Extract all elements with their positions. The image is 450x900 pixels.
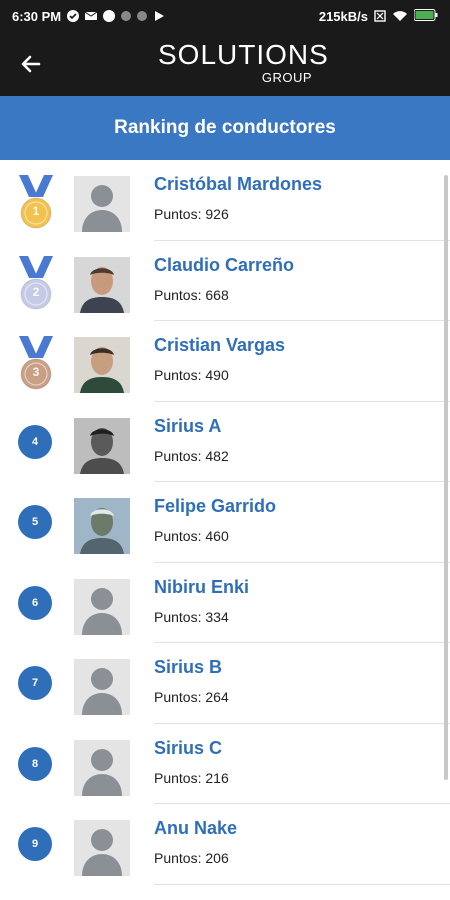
notification-dot-icon bbox=[121, 11, 132, 21]
network-speed: 215kB/s bbox=[318, 8, 368, 24]
mail-icon bbox=[84, 10, 98, 22]
rank-badge: 9 bbox=[18, 827, 52, 861]
rank-badge: 4 bbox=[18, 424, 52, 459]
rank-badge: 8 bbox=[18, 746, 52, 781]
battery-icon bbox=[413, 8, 438, 24]
driver-name: Anu Nake bbox=[154, 818, 238, 838]
scrollbar[interactable] bbox=[444, 175, 448, 780]
wifi-icon bbox=[392, 10, 408, 22]
ranking-row[interactable]: 7 Sirius B Puntos: 264 bbox=[0, 643, 450, 724]
avatar-placeholder-icon bbox=[74, 659, 130, 715]
rank-badge: 7 bbox=[18, 666, 52, 700]
driver-points: Puntos: 216 bbox=[154, 769, 229, 786]
rank-badge: 6 bbox=[18, 585, 52, 620]
driver-points: Puntos: 490 bbox=[154, 367, 229, 383]
avatar-photo bbox=[74, 337, 130, 393]
driver-points: Puntos: 264 bbox=[154, 689, 229, 705]
gold-medal-icon: 1 bbox=[17, 175, 55, 233]
driver-name: Claudio Carreño bbox=[154, 254, 295, 275]
medal-rank-number: 1 bbox=[32, 204, 40, 218]
ranking-list[interactable]: 1 Cristóbal Mardones Puntos: 926 2 Claudio C… bbox=[0, 160, 450, 900]
solutions-group-logo: SOLUTIONS GROUP bbox=[158, 39, 329, 90]
avatar-placeholder-icon bbox=[74, 176, 130, 232]
avatar-photo bbox=[74, 498, 130, 554]
avatar-photo bbox=[74, 256, 130, 313]
driver-name: Felipe Garrido bbox=[154, 496, 277, 516]
avatar-photo bbox=[74, 417, 130, 474]
driver-points: Puntos: 482 bbox=[154, 447, 229, 464]
medal-rank-number: 3 bbox=[32, 365, 40, 379]
driver-points: Puntos: 334 bbox=[154, 608, 229, 625]
driver-name: Cristóbal Mardones bbox=[154, 174, 323, 194]
avatar-placeholder-icon bbox=[74, 578, 130, 635]
page-title: Ranking de conductores bbox=[114, 117, 336, 138]
logo-main-text: SOLUTIONS bbox=[158, 39, 329, 70]
ranking-row[interactable]: 1 Cristóbal Mardones Puntos: 926 bbox=[0, 160, 450, 241]
ranking-row[interactable]: 6 Nibiru Enki Puntos: 334 bbox=[0, 563, 450, 643]
ranking-row[interactable]: 3 Cristian Vargas Puntos: 490 bbox=[0, 321, 450, 402]
rank-badge: 5 bbox=[18, 505, 52, 539]
ranking-row[interactable]: 8 Sirius C Puntos: 216 bbox=[0, 724, 450, 804]
driver-points: Puntos: 206 bbox=[154, 850, 229, 866]
arrow-left-icon bbox=[21, 55, 41, 73]
driver-points: Puntos: 668 bbox=[154, 286, 229, 303]
silver-medal-icon: 2 bbox=[17, 255, 55, 314]
page-title-bar: Ranking de conductores bbox=[0, 96, 450, 160]
logo-sub-text: GROUP bbox=[261, 70, 312, 85]
driver-name: Sirius B bbox=[154, 657, 223, 677]
bronze-medal-icon: 3 bbox=[17, 336, 55, 394]
face-icon bbox=[103, 10, 116, 22]
driver-points: Puntos: 460 bbox=[154, 528, 229, 544]
play-store-icon bbox=[153, 10, 165, 22]
ranking-row[interactable]: 2 Claudio Carreño Puntos: 668 bbox=[0, 241, 450, 321]
status-bar: 6:30 PM 215kB/s bbox=[0, 0, 450, 32]
check-icon bbox=[67, 10, 80, 22]
ranking-row[interactable]: 4 Sirius A Puntos: 482 bbox=[0, 402, 450, 482]
driver-name: Sirius A bbox=[154, 415, 222, 436]
driver-name: Cristian Vargas bbox=[154, 335, 286, 355]
notification-dot-icon bbox=[137, 11, 148, 21]
row-divider bbox=[154, 883, 450, 885]
status-time: 6:30 PM bbox=[12, 8, 62, 24]
app-bar: SOLUTIONS GROUP bbox=[0, 32, 450, 96]
back-button[interactable] bbox=[0, 32, 60, 96]
driver-points: Puntos: 926 bbox=[154, 206, 229, 222]
driver-name: Nibiru Enki bbox=[154, 576, 250, 597]
avatar-placeholder-icon bbox=[74, 739, 130, 796]
driver-name: Sirius C bbox=[154, 737, 223, 758]
ranking-row[interactable]: 5 Felipe Garrido Puntos: 460 bbox=[0, 482, 450, 563]
medal-rank-number: 2 bbox=[32, 284, 40, 299]
avatar-placeholder-icon bbox=[74, 820, 130, 876]
no-sim-icon bbox=[374, 10, 386, 22]
ranking-row[interactable]: 9 Anu Nake Puntos: 206 bbox=[0, 804, 450, 885]
